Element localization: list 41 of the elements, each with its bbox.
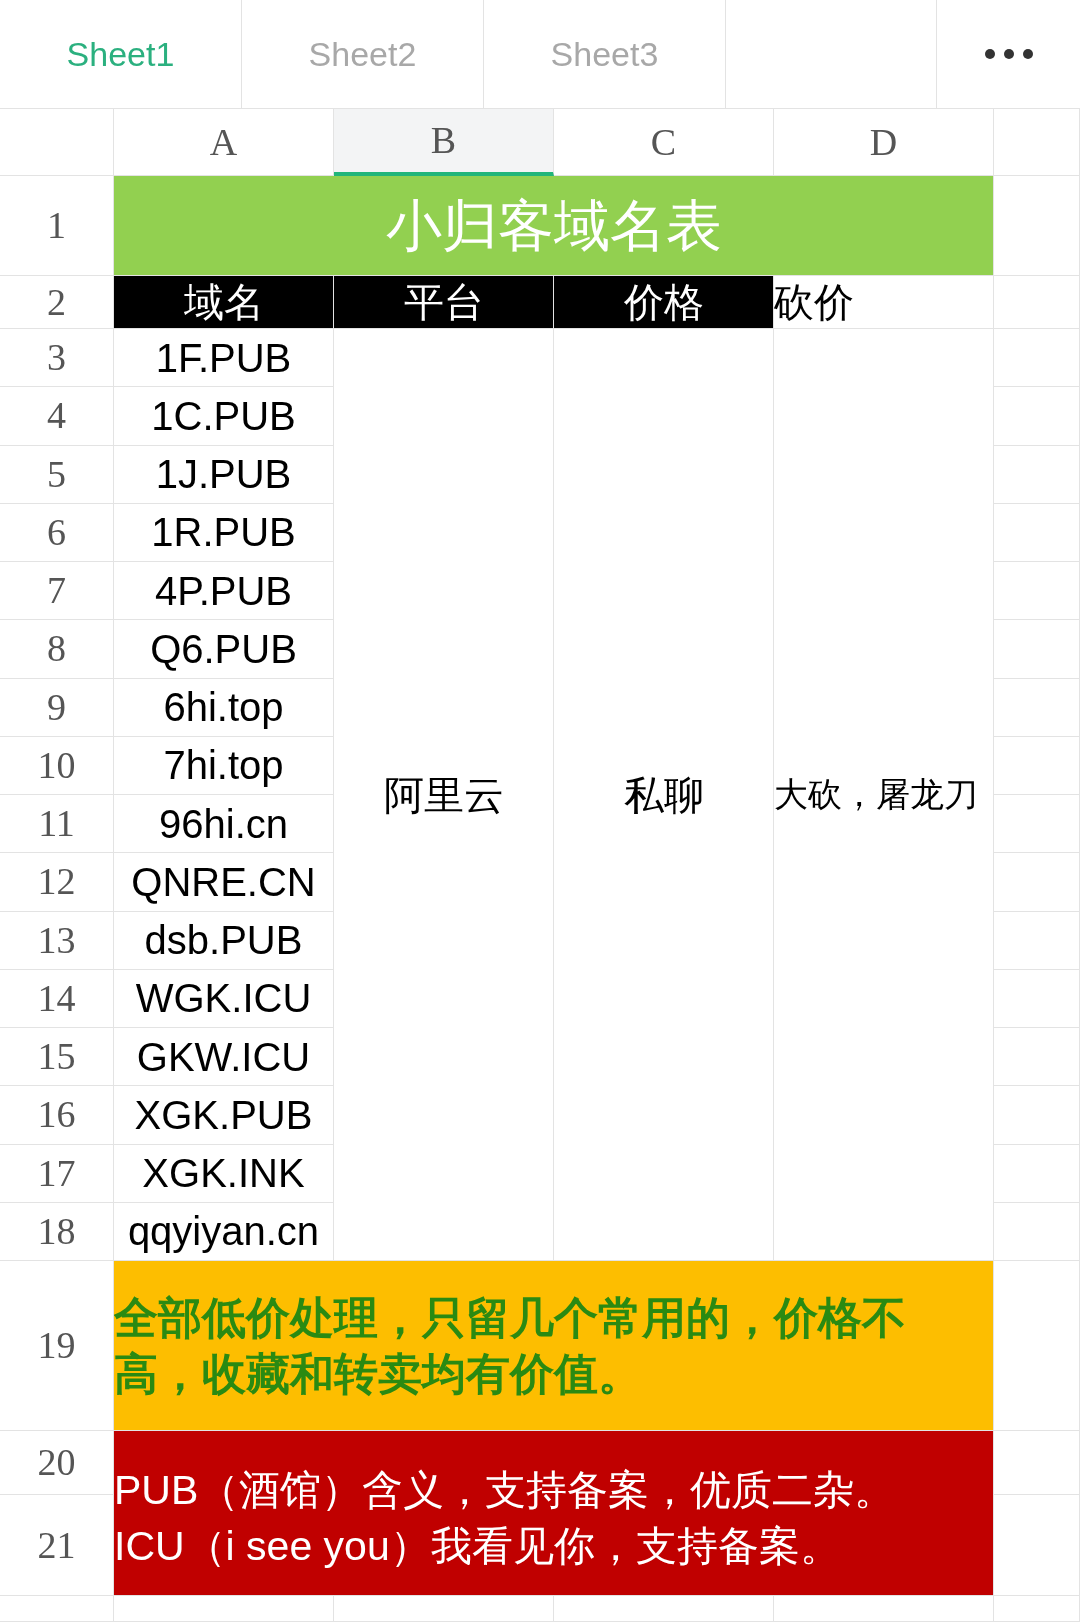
row-header[interactable]: 6 (0, 503, 114, 562)
table-cell: QNRE.CN (114, 853, 334, 912)
column-header[interactable]: B (334, 109, 554, 176)
info-text: ICU（i see you）我看见你，支持备案。 (114, 1522, 841, 1571)
table-header-cell: 砍价 (774, 276, 994, 329)
row-header[interactable]: 4 (0, 387, 114, 446)
table-cell: 7hi.top (114, 736, 334, 795)
table-cell: XGK.PUB (114, 1086, 334, 1145)
table-cell: WGK.ICU (114, 969, 334, 1028)
table-cell: GKW.ICU (114, 1028, 334, 1087)
row-header[interactable]: 16 (0, 1086, 114, 1145)
row-header[interactable]: 5 (0, 445, 114, 504)
table-cell: XGK.INK (114, 1144, 334, 1203)
row-header[interactable]: 11 (0, 795, 114, 854)
table-header-cell: 价格 (554, 276, 774, 329)
table-cell: 1J.PUB (114, 445, 334, 504)
row-header[interactable]: 13 (0, 911, 114, 970)
row-header[interactable]: 12 (0, 853, 114, 912)
more-icon[interactable] (983, 48, 1034, 60)
table-cell: 4P.PUB (114, 562, 334, 621)
table-header-cell: 平台 (334, 276, 554, 329)
row-header[interactable]: 9 (0, 678, 114, 737)
table-cell: 1R.PUB (114, 503, 334, 562)
table-header-cell: 域名 (114, 276, 334, 329)
row-header[interactable]: 7 (0, 562, 114, 621)
table-cell: dsb.PUB (114, 911, 334, 970)
row-header[interactable]: 8 (0, 620, 114, 679)
table-cell: 1F.PUB (114, 329, 334, 388)
row-header[interactable]: 17 (0, 1144, 114, 1203)
info-text: PUB（酒馆）含义，支持备案，优质二杂。 (114, 1466, 896, 1515)
note-text: 全部低价处理，只留几个常用的，价格不高，收藏和转卖均有价值。 (114, 1291, 907, 1400)
row-header[interactable]: 3 (0, 329, 114, 388)
table-cell: Q6.PUB (114, 620, 334, 679)
table-cell: 1C.PUB (114, 387, 334, 446)
table-cell: 6hi.top (114, 678, 334, 737)
row-header[interactable]: 10 (0, 736, 114, 795)
row-header[interactable]: 18 (0, 1202, 114, 1261)
title-cell: 小归客域名表 (114, 176, 994, 276)
row-header[interactable]: 14 (0, 969, 114, 1028)
table-cell: 96hi.cn (114, 795, 334, 854)
row-header[interactable]: 15 (0, 1028, 114, 1087)
